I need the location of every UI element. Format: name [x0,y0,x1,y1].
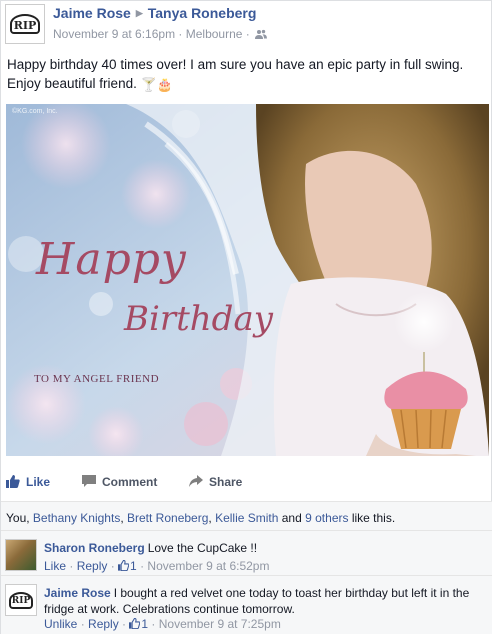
post-text: Happy birthday 40 times over! I am sure … [7,55,487,93]
post-message: Happy birthday 40 times over! I am sure … [7,57,464,91]
share-button[interactable]: Share [189,475,242,489]
comment-author-link[interactable]: Jaime Rose [44,586,111,600]
friends-audience-icon[interactable] [255,29,268,39]
photo-caption-text: TO MY ANGEL FRIEND [34,373,160,385]
comment-item: RIP Jaime Rose I bought a red velvet one … [1,576,492,634]
comment-like-link[interactable]: Like [44,559,66,573]
comment-item: Sharon Roneberg Love the CupCake !! Like … [1,531,492,576]
comment-footer: Unlike · Reply · 1 · November 9 at 7:25p… [44,617,281,631]
like-button[interactable]: Like [6,475,50,489]
comment-body: Jaime Rose I bought a red velvet one toda… [44,585,484,617]
post-photo[interactable]: ©KG.com, Inc. Happy Birthday TO MY ANGEL… [6,104,489,456]
thumbs-up-icon [118,560,130,571]
comment-body: Sharon Roneberg Love the CupCake !! [44,540,484,556]
comment-footer: Like · Reply · 1 · November 9 at 6:52pm [44,559,270,573]
photo-birthday-text: Birthday [124,299,273,339]
photo-watermark: ©KG.com, Inc. [12,108,58,115]
likes-text: You, Bethany Knights, Brett Roneberg, Ke… [6,511,396,525]
comment-icon [82,475,96,487]
share-arrow-icon [189,475,203,487]
comment-text: Love the CupCake !! [147,541,258,555]
liker-link[interactable]: Brett Roneberg [127,511,208,525]
author-name-link[interactable]: Jaime Rose [53,5,131,21]
arrow-right-icon: ▶ [135,8,143,18]
author-avatar[interactable]: RIP [5,4,45,44]
post-card: RIP Jaime Rose ▶ Tanya Roneberg November 9… [0,0,492,634]
comment-unlike-link[interactable]: Unlike [44,617,77,631]
cocktail-emoji-icon: 🍸 [140,77,157,92]
comment-date-link[interactable]: November 9 at 7:25pm [159,617,281,631]
cake-emoji-icon: 🎂 [156,77,173,92]
rip-avatar-logo: RIP [9,14,41,34]
thumbs-up-icon [129,618,141,629]
commenter-avatar[interactable] [5,539,37,571]
post-meta: November 9 at 6:16pm · Melbourne · [53,27,268,41]
post-actions: Like Comment Share [1,469,492,497]
target-name-link[interactable]: Tanya Roneberg [148,5,257,21]
commenter-avatar[interactable]: RIP [5,584,37,616]
comment-like-count[interactable]: 1 [130,559,137,573]
comment-reply-link[interactable]: Reply [77,559,108,573]
rip-avatar-logo: RIP [8,591,34,609]
photo-happy-text: Happy [36,234,187,285]
comment-reply-link[interactable]: Reply [88,617,119,631]
post-header: RIP Jaime Rose ▶ Tanya Roneberg November 9… [5,4,489,44]
thumbs-up-icon [6,475,20,488]
liker-link[interactable]: Kellie Smith [215,511,278,525]
post-names: Jaime Rose ▶ Tanya Roneberg [53,5,256,21]
comment-author-link[interactable]: Sharon Roneberg [44,541,145,555]
liker-link[interactable]: Bethany Knights [33,511,120,525]
post-location-link[interactable]: Melbourne [186,27,243,41]
post-date-link[interactable]: November 9 at 6:16pm [53,27,175,41]
likes-summary: You, Bethany Knights, Brett Roneberg, Ke… [1,501,492,531]
comment-button[interactable]: Comment [82,475,157,489]
comment-date-link[interactable]: November 9 at 6:52pm [147,559,269,573]
others-likes-link[interactable]: 9 others [305,511,348,525]
